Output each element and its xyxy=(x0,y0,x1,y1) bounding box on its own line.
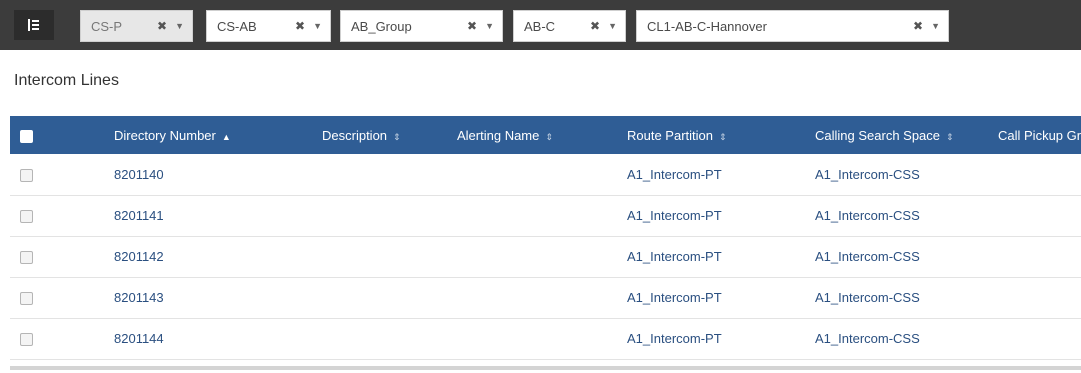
intercom-lines-table: Directory Number ▲ Description ⇕ Alerting … xyxy=(10,116,1081,371)
sortable-icon: ⇕ xyxy=(946,131,954,142)
column-label: Description xyxy=(322,127,388,143)
clear-icon[interactable]: ✖ xyxy=(157,19,167,33)
column-label: Directory Number xyxy=(114,127,216,143)
table-header-row: Directory Number ▲ Description ⇕ Alerting … xyxy=(10,116,1081,154)
calling-search-space-cell: A1_Intercom-CSS xyxy=(815,290,920,305)
select-all-checkbox[interactable] xyxy=(20,129,33,143)
row-select-cell xyxy=(10,154,106,195)
row-checkbox[interactable] xyxy=(20,292,33,306)
filter-label: AB-C xyxy=(524,18,556,34)
row-checkbox[interactable] xyxy=(20,333,33,347)
row-checkbox[interactable] xyxy=(20,168,33,182)
description-cell xyxy=(314,154,449,195)
directory-number-link[interactable]: 8201144 xyxy=(106,318,314,359)
sort-ascending-icon: ▲ xyxy=(221,131,231,142)
route-partition-cell: A1_Intercom-PT xyxy=(627,249,722,264)
calling-search-space-cell: A1_Intercom-CSS xyxy=(815,249,920,264)
filter-label: CS-AB xyxy=(217,18,257,34)
filter-select-cl1-ab-c-hannover[interactable]: CL1-AB-C-Hannover ✖ ▼ xyxy=(636,10,949,42)
column-label: Route Partition xyxy=(627,127,713,143)
filter-label: CS-P xyxy=(91,18,123,34)
alerting-name-cell xyxy=(449,154,619,195)
alerting-name-cell xyxy=(449,318,619,359)
calling-search-space-cell: A1_Intercom-CSS xyxy=(815,331,920,346)
column-header-calling-search-space[interactable]: Calling Search Space ⇕ xyxy=(807,116,990,154)
row-checkbox[interactable] xyxy=(20,210,33,224)
calling-search-space-cell: A1_Intercom-CSS xyxy=(815,166,920,182)
table-row[interactable]: 8201144 A1_Intercom-PT A1_Intercom-CSS xyxy=(10,318,1081,359)
directory-number-link[interactable]: 8201140 xyxy=(106,154,314,195)
column-header-call-pickup-group[interactable]: Call Pickup Group xyxy=(990,116,1081,154)
table-row[interactable]: 8201141 A1_Intercom-PT A1_Intercom-CSS xyxy=(10,195,1081,236)
column-label: Alerting Name xyxy=(457,127,540,143)
filter-select-ab-group[interactable]: AB_Group ✖ ▼ xyxy=(340,10,503,42)
alerting-name-cell xyxy=(449,195,619,236)
list-toggle-icon xyxy=(28,19,39,31)
call-pickup-group-cell xyxy=(990,277,1081,318)
column-header-directory-number[interactable]: Directory Number ▲ xyxy=(106,116,314,154)
column-label: Calling Search Space xyxy=(815,127,941,143)
table-row[interactable]: 8201142 A1_Intercom-PT A1_Intercom-CSS xyxy=(10,236,1081,277)
route-partition-cell: A1_Intercom-PT xyxy=(627,290,722,305)
row-select-cell xyxy=(10,277,106,318)
filter-toolbar: CS-P ✖ ▼ CS-AB ✖ ▼ AB_Group ✖ ▼ AB-C ✖ ▼… xyxy=(0,0,1081,50)
column-header-alerting-name[interactable]: Alerting Name ⇕ xyxy=(449,116,619,154)
menu-toggle-button[interactable] xyxy=(14,10,54,40)
description-cell xyxy=(314,277,449,318)
route-partition-cell: A1_Intercom-PT xyxy=(627,331,722,346)
caret-down-icon[interactable]: ▼ xyxy=(608,21,617,31)
caret-down-icon[interactable]: ▼ xyxy=(313,21,322,31)
description-cell xyxy=(314,318,449,359)
description-cell xyxy=(314,195,449,236)
directory-number-link[interactable]: 8201141 xyxy=(106,195,314,236)
row-select-cell xyxy=(10,195,106,236)
row-checkbox[interactable] xyxy=(20,251,33,265)
call-pickup-group-cell xyxy=(990,318,1081,359)
clear-icon[interactable]: ✖ xyxy=(295,19,305,33)
directory-number-link[interactable]: 8201143 xyxy=(106,277,314,318)
sortable-icon: ⇕ xyxy=(545,131,553,142)
column-header-description[interactable]: Description ⇕ xyxy=(314,116,449,154)
section-title: Intercom Lines xyxy=(14,72,119,89)
filter-label: CL1-AB-C-Hannover xyxy=(647,18,767,34)
filter-select-ab-c[interactable]: AB-C ✖ ▼ xyxy=(513,10,626,42)
caret-down-icon[interactable]: ▼ xyxy=(485,21,494,31)
sortable-icon: ⇕ xyxy=(719,131,727,142)
directory-number-link[interactable]: 8201142 xyxy=(106,236,314,277)
clear-icon[interactable]: ✖ xyxy=(467,19,477,33)
description-cell xyxy=(314,236,449,277)
caret-down-icon[interactable]: ▼ xyxy=(175,21,184,31)
call-pickup-group-cell xyxy=(990,236,1081,277)
clear-icon[interactable]: ✖ xyxy=(590,19,600,33)
call-pickup-group-cell xyxy=(990,195,1081,236)
select-all-cell xyxy=(10,116,106,154)
table-row[interactable]: 8201140 A1_Intercom-PT A1_Intercom-CSS xyxy=(10,154,1081,195)
horizontal-scrollbar[interactable] xyxy=(10,366,1081,370)
clear-icon[interactable]: ✖ xyxy=(913,19,923,33)
route-partition-cell: A1_Intercom-PT xyxy=(627,208,722,223)
filter-label: AB_Group xyxy=(351,18,412,34)
column-label: Call Pickup Group xyxy=(998,127,1081,143)
row-select-cell xyxy=(10,318,106,359)
alerting-name-cell xyxy=(449,277,619,318)
alerting-name-cell xyxy=(449,236,619,277)
calling-search-space-cell: A1_Intercom-CSS xyxy=(815,208,920,223)
sortable-icon: ⇕ xyxy=(393,131,401,142)
filter-select-cs-ab[interactable]: CS-AB ✖ ▼ xyxy=(206,10,331,42)
route-partition-cell: A1_Intercom-PT xyxy=(627,166,722,182)
table-row[interactable]: 8201143 A1_Intercom-PT A1_Intercom-CSS xyxy=(10,277,1081,318)
filter-select-cs-p[interactable]: CS-P ✖ ▼ xyxy=(80,10,193,42)
row-select-cell xyxy=(10,236,106,277)
call-pickup-group-cell xyxy=(990,154,1081,195)
caret-down-icon[interactable]: ▼ xyxy=(931,21,940,31)
column-header-route-partition[interactable]: Route Partition ⇕ xyxy=(619,116,807,154)
